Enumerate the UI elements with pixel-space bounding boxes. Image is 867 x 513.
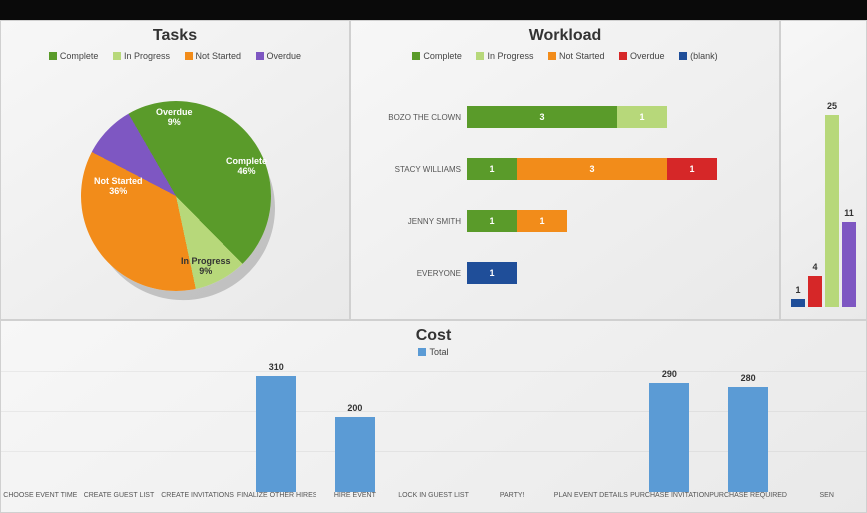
workload-bar-stack: 131 bbox=[467, 158, 769, 180]
side-bar-value: 4 bbox=[808, 262, 822, 272]
cost-bar-value: 310 bbox=[256, 362, 296, 372]
workload-segment: 1 bbox=[467, 262, 517, 284]
side-bar-value: 11 bbox=[842, 208, 856, 218]
legend-complete: Complete bbox=[49, 51, 99, 61]
cost-slot: 310 bbox=[237, 376, 316, 492]
cost-x-label: HIRE EVENT bbox=[316, 492, 395, 512]
workload-bar-stack: 31 bbox=[467, 106, 769, 128]
workload-segment: 1 bbox=[617, 106, 667, 128]
workload-bar-stack: 1 bbox=[467, 262, 769, 284]
workload-title: Workload bbox=[351, 21, 779, 45]
legend-in-progress: In Progress bbox=[476, 51, 533, 61]
side-bar: 4 bbox=[808, 276, 822, 307]
cost-x-label: CREATE INVITATIONS bbox=[158, 492, 237, 512]
legend-complete: Complete bbox=[412, 51, 462, 61]
swatch-icon bbox=[113, 52, 121, 60]
cost-x-label: PURCHASE INVITATION bbox=[630, 492, 709, 512]
pie-label-overdue: Overdue9% bbox=[156, 107, 193, 128]
workload-category-label: EVERYONE bbox=[361, 269, 467, 278]
workload-category-label: JENNY SMITH bbox=[361, 217, 467, 226]
cost-slot: 290 bbox=[630, 383, 709, 492]
pie-icon bbox=[46, 66, 306, 326]
side-chart: 142511 bbox=[780, 20, 867, 320]
workload-segment: 3 bbox=[467, 106, 617, 128]
workload-row: STACY WILLIAMS131 bbox=[361, 143, 769, 195]
swatch-icon bbox=[412, 52, 420, 60]
tasks-chart: Tasks Complete In Progress Not Started O… bbox=[0, 20, 350, 320]
swatch-icon bbox=[256, 52, 264, 60]
cost-x-axis: CHOOSE EVENT TIMECREATE GUEST LISTCREATE… bbox=[1, 492, 866, 512]
workload-segment: 1 bbox=[467, 210, 517, 232]
window-titlebar bbox=[0, 0, 867, 20]
legend-blank: (blank) bbox=[679, 51, 718, 61]
side-bar: 25 bbox=[825, 115, 839, 307]
pie-wrap: Complete46% In Progress9% Not Started36%… bbox=[46, 101, 306, 301]
tasks-legend: Complete In Progress Not Started Overdue bbox=[1, 51, 349, 62]
cost-slot: 280 bbox=[709, 387, 788, 492]
cost-x-label: PURCHASE REQUIRED bbox=[709, 492, 788, 512]
swatch-icon bbox=[185, 52, 193, 60]
legend-not-started: Not Started bbox=[185, 51, 242, 61]
side-plot-area: 142511 bbox=[781, 107, 866, 307]
cost-bar-value: 280 bbox=[728, 373, 768, 383]
workload-segment: 1 bbox=[667, 158, 717, 180]
cost-x-label: SEN bbox=[787, 492, 866, 512]
cost-x-label: PARTY! bbox=[473, 492, 552, 512]
cost-bar-value: 200 bbox=[335, 403, 375, 413]
swatch-icon bbox=[679, 52, 687, 60]
cost-bar: 310 bbox=[256, 376, 296, 492]
workload-segment: 1 bbox=[517, 210, 567, 232]
cost-bar: 200 bbox=[335, 417, 375, 492]
legend-overdue: Overdue bbox=[619, 51, 665, 61]
cost-bar-value: 290 bbox=[649, 369, 689, 379]
tasks-title: Tasks bbox=[1, 21, 349, 45]
workload-category-label: STACY WILLIAMS bbox=[361, 165, 467, 174]
workload-segment: 1 bbox=[467, 158, 517, 180]
side-bar: 1 bbox=[791, 299, 805, 307]
cost-x-label: PLAN EVENT DETAILS bbox=[551, 492, 630, 512]
legend-overdue: Overdue bbox=[256, 51, 302, 61]
cost-legend: Total bbox=[1, 347, 866, 358]
cost-x-label: CHOOSE EVENT TIME bbox=[1, 492, 80, 512]
cost-bar: 280 bbox=[728, 387, 768, 492]
cost-x-label: FINALIZE OTHER HIRES bbox=[237, 492, 316, 512]
workload-row: JENNY SMITH11 bbox=[361, 195, 769, 247]
legend-total: Total bbox=[418, 347, 448, 357]
side-bar-value: 25 bbox=[825, 101, 839, 111]
pie-label-not-started: Not Started36% bbox=[94, 176, 143, 197]
cost-chart: Cost Total 310 200 290 280 CHOOSE EVENT TIM… bbox=[0, 320, 867, 513]
cost-plot-area: 310 200 290 280 bbox=[1, 371, 866, 492]
pie-label-complete: Complete46% bbox=[226, 156, 267, 177]
swatch-icon bbox=[548, 52, 556, 60]
workload-plot-area: BOZO THE CLOWN31STACY WILLIAMS131JENNY S… bbox=[361, 91, 769, 309]
swatch-icon bbox=[476, 52, 484, 60]
side-bar-value: 1 bbox=[791, 285, 805, 295]
workload-category-label: BOZO THE CLOWN bbox=[361, 113, 467, 122]
top-row: Tasks Complete In Progress Not Started O… bbox=[0, 20, 867, 320]
cost-x-label: CREATE GUEST LIST bbox=[80, 492, 159, 512]
legend-in-progress: In Progress bbox=[113, 51, 170, 61]
cost-slot: 200 bbox=[316, 417, 395, 492]
swatch-icon bbox=[49, 52, 57, 60]
workload-legend: Complete In Progress Not Started Overdue… bbox=[351, 51, 779, 62]
workload-row: EVERYONE1 bbox=[361, 247, 769, 299]
swatch-icon bbox=[619, 52, 627, 60]
workload-row: BOZO THE CLOWN31 bbox=[361, 91, 769, 143]
pie-label-in-progress: In Progress9% bbox=[181, 256, 231, 277]
cost-title: Cost bbox=[1, 321, 866, 345]
cost-x-label: LOCK IN GUEST LIST bbox=[394, 492, 473, 512]
swatch-icon bbox=[418, 348, 426, 356]
workload-bar-stack: 11 bbox=[467, 210, 769, 232]
dashboard: Tasks Complete In Progress Not Started O… bbox=[0, 0, 867, 513]
workload-segment: 3 bbox=[517, 158, 667, 180]
side-bar: 11 bbox=[842, 222, 856, 307]
legend-not-started: Not Started bbox=[548, 51, 605, 61]
cost-bar: 290 bbox=[649, 383, 689, 492]
workload-chart: Workload Complete In Progress Not Starte… bbox=[350, 20, 780, 320]
